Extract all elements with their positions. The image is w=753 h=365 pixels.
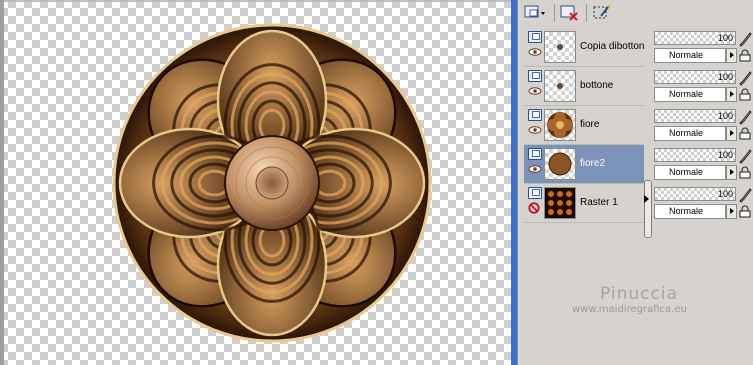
blend-mode-select[interactable]: Normale: [654, 165, 726, 180]
opacity-value: 100: [717, 72, 733, 82]
layer-type-icon: [528, 148, 542, 160]
opacity-slider[interactable]: 100: [654, 109, 736, 123]
blend-mode-dropdown[interactable]: [726, 48, 737, 63]
layer-type-icon: [528, 109, 542, 121]
opacity-slider[interactable]: 100: [654, 148, 736, 162]
image-canvas[interactable]: [0, 0, 512, 365]
layer-props-row: 100 Normale: [652, 28, 753, 67]
layer-props-row: 100 Normale: [652, 184, 753, 223]
layer-name: Copia dibottone: [580, 41, 646, 52]
lock-icon[interactable]: [739, 166, 751, 179]
lock-icon[interactable]: [739, 205, 751, 218]
blend-mode-select[interactable]: Normale: [654, 87, 726, 102]
layer-name: Raster 1: [580, 197, 618, 208]
layer-props-row: 100 Normale: [652, 67, 753, 106]
opacity-value: 100: [717, 189, 733, 199]
opacity-value: 100: [717, 111, 733, 121]
opacity-slider[interactable]: 100: [654, 70, 736, 84]
expand-arrow-icon[interactable]: [644, 195, 649, 203]
hidden-layer-icon[interactable]: [528, 202, 540, 214]
layer-type-icon: [528, 31, 542, 43]
layer-type-icon: [528, 187, 542, 199]
layer-thumbnail: [544, 70, 576, 102]
opacity-slider[interactable]: 100: [654, 187, 736, 201]
flower-artwork: [112, 23, 432, 343]
layer-props-row: 100 Normale: [652, 145, 753, 184]
scrollbar-thumb[interactable]: [644, 180, 652, 238]
opacity-value: 100: [717, 33, 733, 43]
lock-icon[interactable]: [739, 127, 751, 140]
new-layer-button[interactable]: [522, 2, 548, 24]
new-layer-icon: [524, 5, 545, 18]
opacity-value: 100: [717, 150, 733, 160]
brush-icon[interactable]: [738, 109, 752, 125]
brush-icon[interactable]: [738, 187, 752, 203]
visibility-eye-icon[interactable]: [528, 48, 542, 56]
layers-toolbar: [518, 0, 753, 28]
blend-mode-dropdown[interactable]: [726, 126, 737, 141]
brush-icon[interactable]: [738, 70, 752, 86]
layer-name: fiore2: [580, 158, 606, 169]
lock-icon[interactable]: [739, 88, 751, 101]
layer-row[interactable]: Raster 1: [524, 184, 648, 223]
visibility-eye-icon[interactable]: [528, 87, 542, 95]
layer-props-row: 100 Normale: [652, 106, 753, 145]
blend-mode-select[interactable]: Normale: [654, 48, 726, 63]
visibility-eye-icon[interactable]: [528, 165, 542, 173]
layer-thumbnail: [544, 109, 576, 141]
layer-row[interactable]: Copia dibottone: [524, 28, 648, 67]
blend-mode-dropdown[interactable]: [726, 87, 737, 102]
toolbar-separator: [554, 4, 555, 22]
layer-name: bottone: [580, 80, 614, 91]
brush-icon[interactable]: [738, 148, 752, 164]
toolbar-separator: [586, 4, 587, 22]
blend-mode-select[interactable]: Normale: [654, 126, 726, 141]
brush-icon[interactable]: [738, 31, 752, 47]
blend-mode-dropdown[interactable]: [726, 204, 737, 219]
layer-type-icon: [528, 70, 542, 82]
layer-thumbnail: [544, 148, 576, 180]
delete-layer-button[interactable]: [558, 2, 582, 24]
visibility-eye-icon[interactable]: [528, 126, 542, 134]
blend-mode-dropdown[interactable]: [726, 165, 737, 180]
mask-button[interactable]: [590, 2, 614, 24]
blend-mode-select[interactable]: Normale: [654, 204, 726, 219]
layer-name: fiore: [580, 119, 600, 130]
layer-row-selected[interactable]: fiore2: [524, 145, 648, 184]
layer-row[interactable]: bottone: [524, 67, 648, 106]
opacity-slider[interactable]: 100: [654, 31, 736, 45]
mask-icon: [593, 4, 611, 19]
lock-icon[interactable]: [739, 49, 751, 62]
watermark-url: www.maidiregrafica.eu: [572, 304, 687, 315]
delete-layer-icon: [560, 5, 578, 21]
layer-thumbnail: [544, 187, 576, 219]
layer-thumbnail: [544, 31, 576, 63]
layer-row[interactable]: fiore: [524, 106, 648, 145]
watermark-name: Pinuccia: [600, 284, 678, 304]
